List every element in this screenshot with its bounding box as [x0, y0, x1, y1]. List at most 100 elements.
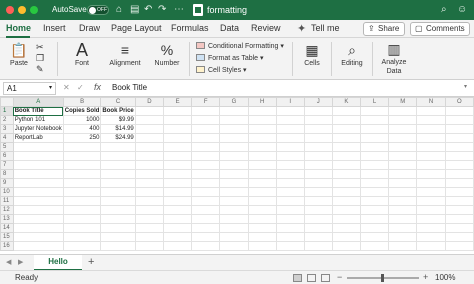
cell-h3[interactable]: [247, 124, 277, 134]
zoom-in-button[interactable]: +: [423, 272, 428, 282]
close-window-button[interactable]: [6, 6, 14, 14]
cell-f8[interactable]: [191, 169, 221, 179]
undo-icon[interactable]: ↶: [144, 4, 152, 16]
column-header[interactable]: B: [62, 97, 102, 107]
cell-f11[interactable]: [191, 196, 221, 206]
cell-c3[interactable]: $14.99: [100, 124, 136, 134]
cell-g15[interactable]: [219, 232, 249, 242]
cell-k1[interactable]: [331, 106, 361, 116]
cell-o1[interactable]: [444, 106, 474, 116]
cell-a6[interactable]: [12, 151, 64, 161]
cell-i1[interactable]: [275, 106, 305, 116]
cell-g1[interactable]: [219, 106, 249, 116]
tell-me-search[interactable]: Tell me: [311, 23, 340, 33]
column-header[interactable]: O: [444, 97, 474, 107]
cell-e9[interactable]: [162, 178, 193, 188]
cell-f12[interactable]: [191, 205, 221, 215]
cut-icon[interactable]: ✂: [36, 42, 44, 53]
zoom-window-button[interactable]: [30, 6, 38, 14]
cell-n1[interactable]: [416, 106, 446, 116]
cell-l3[interactable]: [359, 124, 390, 134]
cell-l1[interactable]: [359, 106, 390, 116]
cell-i6[interactable]: [275, 151, 305, 161]
number-button[interactable]: % Number: [150, 41, 184, 68]
font-button[interactable]: A Font: [67, 41, 97, 68]
cell-o5[interactable]: [444, 142, 474, 152]
cell-j4[interactable]: [303, 133, 333, 143]
cell-a16[interactable]: [12, 241, 64, 251]
tab-formulas[interactable]: Formulas: [171, 23, 209, 33]
cell-l11[interactable]: [359, 196, 390, 206]
cell-n2[interactable]: [416, 115, 446, 125]
column-header[interactable]: M: [388, 97, 418, 107]
cell-j12[interactable]: [303, 205, 333, 215]
cell-i15[interactable]: [275, 232, 305, 242]
cell-b3[interactable]: 400: [62, 124, 102, 134]
cell-c8[interactable]: [100, 169, 136, 179]
cell-n3[interactable]: [416, 124, 446, 134]
cell-o6[interactable]: [444, 151, 474, 161]
cell-d11[interactable]: [134, 196, 165, 206]
cell-o2[interactable]: [444, 115, 474, 125]
cell-k9[interactable]: [331, 178, 361, 188]
cell-l6[interactable]: [359, 151, 390, 161]
prev-sheet-icon[interactable]: ◀: [6, 258, 11, 266]
column-header[interactable]: N: [416, 97, 446, 107]
cell-k15[interactable]: [331, 232, 361, 242]
cell-m11[interactable]: [388, 196, 418, 206]
cell-o8[interactable]: [444, 169, 474, 179]
cell-g4[interactable]: [219, 133, 249, 143]
cell-a5[interactable]: [12, 142, 64, 152]
alignment-button[interactable]: ≡ Alignment: [106, 41, 144, 68]
column-header[interactable]: I: [275, 97, 305, 107]
conditional-formatting-button[interactable]: Conditional Formatting ▾: [196, 42, 284, 51]
cell-i13[interactable]: [275, 214, 305, 224]
cell-j2[interactable]: [303, 115, 333, 125]
sheet-tab-hello[interactable]: Hello: [34, 255, 82, 271]
cell-k10[interactable]: [331, 187, 361, 197]
cell-h1[interactable]: [247, 106, 277, 116]
search-icon[interactable]: ⌕: [441, 4, 447, 16]
cell-a4[interactable]: ReportLab: [12, 133, 64, 143]
cell-j14[interactable]: [303, 223, 333, 233]
cell-e10[interactable]: [162, 187, 193, 197]
cell-h15[interactable]: [247, 232, 277, 242]
cell-d10[interactable]: [134, 187, 165, 197]
cell-l14[interactable]: [359, 223, 390, 233]
worksheet-grid[interactable]: A B C D E F G H I J K L M N O 1 Book Title Copies Sold Boo…: [0, 97, 474, 254]
zoom-out-button[interactable]: −: [337, 272, 342, 282]
cell-o7[interactable]: [444, 160, 474, 170]
cell-l13[interactable]: [359, 214, 390, 224]
select-all-corner[interactable]: [0, 97, 14, 107]
cell-l5[interactable]: [359, 142, 390, 152]
cell-c4[interactable]: $24.99: [100, 133, 136, 143]
row-header[interactable]: 11: [0, 196, 14, 206]
column-header[interactable]: F: [191, 97, 221, 107]
cell-i14[interactable]: [275, 223, 305, 233]
cell-o16[interactable]: [444, 241, 474, 251]
cell-h8[interactable]: [247, 169, 277, 179]
cell-c7[interactable]: [100, 160, 136, 170]
cell-h2[interactable]: [247, 115, 277, 125]
column-header[interactable]: L: [359, 97, 390, 107]
cell-a7[interactable]: [12, 160, 64, 170]
cell-k16[interactable]: [331, 241, 361, 251]
cell-h13[interactable]: [247, 214, 277, 224]
cell-b13[interactable]: [62, 214, 102, 224]
cell-h12[interactable]: [247, 205, 277, 215]
cell-g7[interactable]: [219, 160, 249, 170]
cell-l15[interactable]: [359, 232, 390, 242]
cell-e4[interactable]: [162, 133, 193, 143]
cell-k6[interactable]: [331, 151, 361, 161]
cell-a14[interactable]: [12, 223, 64, 233]
row-header[interactable]: 7: [0, 160, 14, 170]
insert-function-button[interactable]: fx: [94, 82, 101, 92]
cell-j8[interactable]: [303, 169, 333, 179]
cell-h9[interactable]: [247, 178, 277, 188]
cell-m15[interactable]: [388, 232, 418, 242]
cell-o12[interactable]: [444, 205, 474, 215]
cell-c5[interactable]: [100, 142, 136, 152]
cell-b12[interactable]: [62, 205, 102, 215]
cell-e11[interactable]: [162, 196, 193, 206]
row-header[interactable]: 10: [0, 187, 14, 197]
